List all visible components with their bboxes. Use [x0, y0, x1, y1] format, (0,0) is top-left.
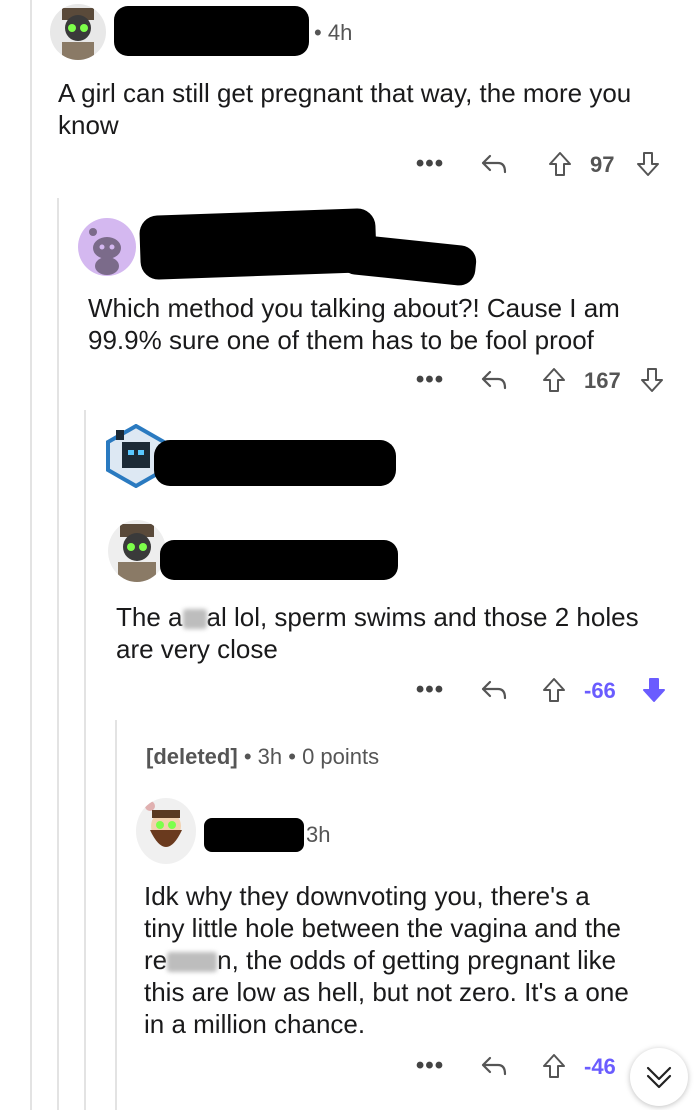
comment-meta: [deleted] • 3h • 0 points: [146, 744, 379, 770]
user-avatar[interactable]: [78, 218, 136, 276]
comment-time: 3h: [257, 744, 283, 769]
more-dots-icon[interactable]: •••: [416, 676, 443, 704]
comment-score: 97: [590, 152, 615, 177]
comment-time: 4h: [327, 20, 353, 45]
comment-text-start: The a: [116, 602, 183, 632]
comment-points: 0 points: [302, 744, 380, 769]
thread-line: [84, 410, 86, 1110]
thread-line: [30, 0, 32, 1110]
comment-line: re n, the odds of getting pregnant like: [144, 944, 684, 976]
meta-separator: •: [314, 20, 322, 45]
downvote-arrow-icon[interactable]: [634, 148, 662, 180]
comment-time: 3h: [306, 822, 331, 847]
reply-arrow-icon[interactable]: [480, 1052, 508, 1080]
more-dots-icon[interactable]: •••: [416, 1052, 443, 1080]
redacted-username: [114, 6, 309, 56]
comment-body: The a al lol, sperm swims and those 2 hol…: [116, 601, 676, 665]
reply-arrow-icon[interactable]: [480, 150, 508, 178]
reply-arrow-icon[interactable]: [480, 676, 508, 704]
redacted-username: [160, 540, 398, 580]
double-chevron-down-icon[interactable]: [630, 1048, 688, 1106]
more-dots-icon[interactable]: •••: [416, 366, 443, 394]
redacted-username: [338, 233, 478, 287]
upvote-arrow-icon[interactable]: [546, 148, 574, 180]
comment-score: -66: [584, 678, 616, 703]
comment-text-start: re: [144, 945, 168, 975]
thread-line: [57, 198, 59, 1110]
comment-line: in a million chance.: [144, 1009, 366, 1039]
comment-line: tiny little hole between the vagina and …: [144, 913, 622, 943]
user-avatar[interactable]: [136, 798, 196, 864]
deleted-author: [deleted]: [146, 744, 238, 769]
comment-body: Idk why they downvoting you, there's a t…: [144, 880, 684, 1040]
meta-separator: •: [288, 744, 296, 769]
comment-body: Which method you talking about?! Cause I…: [88, 293, 620, 355]
comment-score: 167: [584, 368, 621, 393]
upvote-arrow-icon[interactable]: [540, 674, 568, 706]
reply-arrow-icon[interactable]: [480, 366, 508, 394]
comment-score: -46: [584, 1054, 616, 1079]
downvote-arrow-icon[interactable]: [640, 674, 668, 706]
redacted-username: [204, 818, 304, 852]
comment-meta: • 4h: [314, 20, 352, 46]
more-dots-icon[interactable]: •••: [416, 150, 443, 178]
user-avatar[interactable]: [108, 520, 166, 582]
comment-text-end: n, the odds of getting pregnant like: [217, 945, 617, 975]
comment-line: Idk why they downvoting you, there's a: [144, 881, 590, 911]
user-avatar[interactable]: [50, 4, 106, 60]
comment-line: this are low as hell, but not zero. It's…: [144, 977, 629, 1007]
meta-separator: •: [243, 744, 252, 769]
censored-word: [182, 609, 207, 630]
upvote-arrow-icon[interactable]: [540, 364, 568, 396]
thread-line: [115, 720, 117, 1110]
censored-word: [167, 952, 218, 973]
redacted-username: [154, 440, 396, 486]
comment-body: A girl can still get pregnant that way, …: [58, 78, 632, 140]
downvote-arrow-icon[interactable]: [638, 364, 666, 396]
upvote-arrow-icon[interactable]: [540, 1050, 568, 1082]
